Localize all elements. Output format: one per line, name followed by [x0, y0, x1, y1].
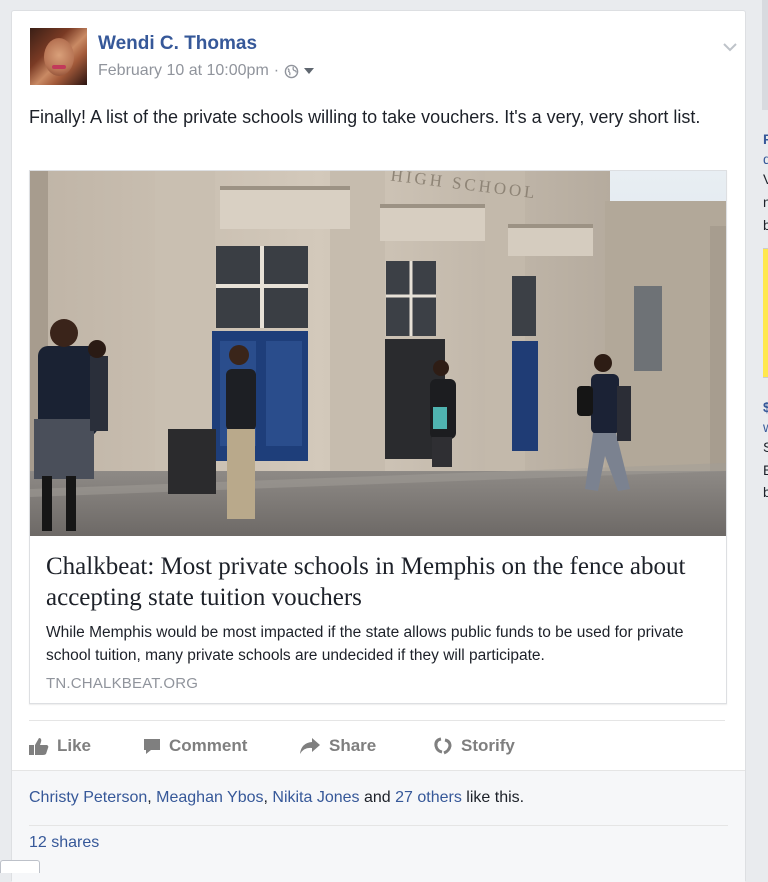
divider: [29, 720, 725, 721]
link-preview-card[interactable]: HIGH SCHOOL Chalkbeat: Most private scho…: [29, 170, 727, 704]
author-avatar[interactable]: [30, 28, 87, 85]
comment-button[interactable]: Comment: [143, 733, 247, 759]
storify-button[interactable]: Storify: [433, 733, 515, 759]
chat-tab-edge[interactable]: [0, 860, 40, 873]
comment-label: Comment: [169, 736, 248, 755]
thumbs-up-icon: [29, 738, 49, 755]
divider: [29, 825, 728, 826]
post-meta: February 10 at 10:00pm ·: [98, 62, 316, 80]
sidebar-letter: b: [763, 484, 768, 500]
right-sidebar-clipped: F d V n b $ w S E b: [756, 0, 768, 870]
sidebar-letter[interactable]: F: [763, 130, 768, 148]
sidebar-letter: E: [763, 462, 768, 478]
avatar-face: [44, 38, 74, 76]
sidebar-image[interactable]: [762, 0, 768, 110]
author-name-link[interactable]: Wendi C. Thomas: [98, 33, 257, 55]
sidebar-letter[interactable]: $: [763, 398, 768, 416]
like-label: Like: [57, 736, 92, 755]
speech-bubble-icon: [144, 739, 160, 754]
liker-link[interactable]: Meaghan Ybos: [156, 789, 263, 806]
news-feed-post: Wendi C. Thomas February 10 at 10:00pm ·…: [11, 10, 746, 882]
liker-separator: ,: [147, 789, 157, 806]
share-arrow-icon: [300, 738, 320, 754]
post-actions-bar: Like Comment Share Storify: [29, 733, 725, 759]
avatar-mouth: [52, 65, 66, 69]
sidebar-letter: V: [763, 171, 768, 187]
share-button[interactable]: Share: [299, 733, 376, 759]
link-preview-title[interactable]: Chalkbeat: Most private schools in Memph…: [46, 551, 716, 613]
like-button[interactable]: Like: [29, 733, 91, 759]
caret-down-icon[interactable]: [302, 66, 316, 76]
link-preview-description: While Memphis would be most impacted if …: [46, 624, 684, 664]
sidebar-letter: n: [763, 194, 768, 210]
link-preview-domain: TN.CHALKBEAT.ORG: [46, 675, 199, 692]
likes-suffix: like this.: [461, 789, 525, 806]
share-label: Share: [329, 736, 377, 755]
link-preview-image[interactable]: HIGH SCHOOL: [30, 171, 726, 536]
liker-link[interactable]: Christy Peterson: [29, 789, 147, 806]
post-footer: Christy Peterson, Meaghan Ybos, Nikita J…: [12, 770, 745, 882]
likes-and-text: and: [359, 789, 396, 806]
sidebar-letter: b: [763, 217, 768, 233]
shares-count-link[interactable]: 12 shares: [29, 834, 99, 852]
sidebar-letter: S: [763, 439, 768, 455]
sidebar-ad-image[interactable]: [763, 248, 768, 378]
chevron-down-icon[interactable]: [722, 41, 738, 53]
globe-icon[interactable]: [284, 64, 299, 79]
other-likers-link[interactable]: 27 others: [395, 789, 462, 806]
liker-link[interactable]: Nikita Jones: [272, 789, 359, 806]
storify-icon: [434, 737, 452, 755]
sidebar-letter[interactable]: w: [763, 418, 768, 436]
post-status-text: Finally! A list of the private schools w…: [29, 107, 701, 127]
post-timestamp[interactable]: February 10 at 10:00pm: [98, 62, 269, 80]
sidebar-letter[interactable]: d: [763, 150, 768, 168]
storify-label: Storify: [461, 736, 515, 755]
likes-summary: Christy Peterson, Meaghan Ybos, Nikita J…: [29, 789, 524, 807]
meta-separator: ·: [273, 62, 280, 79]
